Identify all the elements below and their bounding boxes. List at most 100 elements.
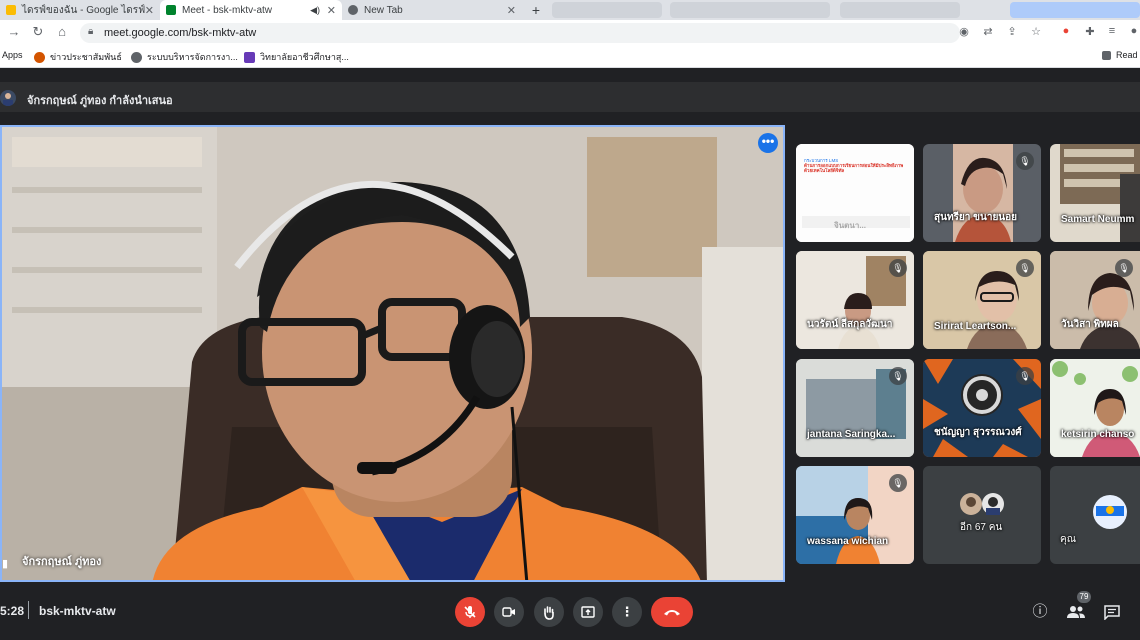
bookmark-apps-label: Apps (2, 50, 23, 60)
forward-icon[interactable]: → (5, 24, 23, 39)
participant-count-badge: 79 (1077, 591, 1091, 603)
leave-call-button[interactable] (651, 597, 693, 627)
hand-icon (544, 605, 554, 620)
more-participants-tile[interactable]: อีก 67 คน (923, 466, 1041, 564)
info-icon: ⓘ (1032, 603, 1048, 620)
presenting-text: จักรกฤษณ์ ภู่ทอง กำลังนำเสนอ (27, 95, 173, 107)
more-vert-icon: ⋮ (620, 604, 634, 619)
drive-icon (6, 5, 16, 15)
participant-name: ชนัญญา สุวรรณวงศ์ (934, 427, 1022, 438)
reload-icon[interactable]: ↻ (29, 24, 47, 40)
camera-blocked-icon[interactable]: ◉ (956, 25, 972, 38)
mic-off-icon (464, 606, 476, 618)
close-icon[interactable]: ✕ (507, 4, 516, 17)
tab-meet-title: Meet - bsk-mktv-atw (182, 4, 273, 16)
participant-name: จินตนา... (834, 221, 866, 230)
close-icon[interactable]: ✕ (327, 4, 336, 17)
raise-hand-button[interactable] (534, 597, 564, 627)
lock-icon[interactable]: 🔒︎ (88, 26, 93, 37)
participant-tile[interactable]: 🎙︎ ชนัญญา สุวรรณวงศ์ (923, 359, 1041, 457)
participant-tile[interactable]: 🎙︎ jantana Saringka... (796, 359, 914, 457)
self-view-tile[interactable]: คุณ (1050, 466, 1140, 564)
bookmark-admin[interactable]: ระบบบริหารจัดการงา... (131, 50, 238, 64)
profile-strip[interactable] (1010, 2, 1140, 18)
main-speaker-video[interactable]: ••• ▮ จักรกฤษณ์ ภู่ทอง (0, 125, 785, 582)
url-text[interactable]: meet.google.com/bsk-mktv-atw (104, 27, 256, 39)
participant-name: สุนทรียา ขนายนอย (934, 212, 1018, 223)
speaker-video-frame (2, 127, 783, 580)
present-icon (581, 606, 595, 618)
more-options-button[interactable]: ⋮ (612, 597, 642, 627)
tab-drive[interactable]: ไดรฟ์ของฉัน - Google ไดรฟ์ ✕ (0, 0, 160, 20)
more-options-icon[interactable]: ••• (758, 133, 778, 153)
participant-video (1050, 359, 1140, 457)
camera-toggle-button[interactable] (494, 597, 524, 627)
slide-line: ด้วยเทคโนโลยีดิจิทัล (804, 168, 845, 174)
browser-tab-strip: ไดรฟ์ของฉัน - Google ไดรฟ์ ✕ Meet - bsk-… (0, 0, 1140, 20)
background-tab[interactable] (840, 2, 960, 18)
bookmark-apps[interactable]: Apps (2, 50, 23, 60)
presenter-avatar (0, 90, 16, 106)
participant-tile[interactable]: 🎙︎ สุนทรียา ขนายนอย (923, 144, 1041, 242)
participant-tile[interactable]: 🎙︎ Sirirat Leartson... (923, 251, 1041, 349)
extension-icon[interactable]: ● (1058, 25, 1074, 37)
address-bar[interactable]: 🔒︎ meet.google.com/bsk-mktv-atw (80, 23, 960, 43)
new-tab-button[interactable]: + (527, 2, 545, 18)
people-button[interactable] (1064, 600, 1088, 624)
tab-newtab[interactable]: New Tab ✕ (342, 0, 522, 20)
participant-name: Samart Neumm (1061, 214, 1135, 225)
participant-video (1060, 144, 1140, 242)
bookmark-college-label: วิทยาลัยอาชีวศึกษาสุ... (260, 52, 349, 62)
video-camera-icon (502, 607, 515, 617)
participant-name: ketsirin chanso (1061, 429, 1135, 440)
profile-avatar-icon[interactable]: ● (1126, 25, 1140, 37)
tab-meet[interactable]: Meet - bsk-mktv-atw ◀) ✕ (160, 0, 342, 20)
meeting-details-button[interactable]: ⓘ (1028, 600, 1052, 624)
close-icon[interactable]: ✕ (145, 4, 154, 17)
bookmark-star-icon[interactable]: ☆ (1028, 25, 1044, 38)
reading-list-icon[interactable]: ≡ (1104, 25, 1120, 37)
mic-off-icon: 🎙︎ (889, 474, 907, 492)
main-speaker-name: จักรกฤษณ์ ภู่ทอง (22, 556, 102, 568)
divider (28, 601, 29, 619)
more-participants-avatars (960, 493, 1004, 515)
participant-name: jantana Saringka... (807, 429, 896, 440)
forms-icon (244, 51, 255, 63)
background-tab[interactable] (670, 2, 830, 18)
translate-icon[interactable]: ⇄ (980, 25, 996, 38)
mic-off-icon: 🎙︎ (889, 259, 907, 277)
tab-drive-title: ไดรฟ์ของฉัน - Google ไดรฟ์ (22, 4, 146, 16)
bookmark-admin-label: ระบบบริหารจัดการงา... (147, 52, 238, 62)
emblem-icon (34, 51, 45, 63)
participant-name: วันวิสา พิทผล (1061, 319, 1119, 330)
background-tab[interactable] (552, 2, 662, 18)
reading-list-label: Read (1116, 50, 1138, 60)
participant-name: Sirirat Leartson... (934, 321, 1017, 332)
participant-tile[interactable]: 🎙︎ วันวิสา พิทผล (1050, 251, 1140, 349)
meet-top-strip (0, 68, 1140, 82)
participant-tile[interactable]: Samart Neumm (1050, 144, 1140, 242)
pin-icon[interactable]: ▮ (2, 557, 8, 570)
participant-tile[interactable]: 🎙︎ wassana wichian (796, 466, 914, 564)
bookmark-college[interactable]: วิทยาลัยอาชีวศึกษาสุ... (244, 50, 349, 64)
tab-newtab-title: New Tab (364, 4, 403, 16)
participant-tile[interactable]: กระบวนการ LMS ด้านการออกแบบการเรียนการสอ… (796, 144, 914, 242)
mic-off-icon: 🎙︎ (889, 367, 907, 385)
participant-tile[interactable]: ketsirin chanso (1050, 359, 1140, 457)
hang-up-icon (664, 610, 680, 616)
microphone-toggle-button[interactable] (455, 597, 485, 627)
reading-list-button[interactable]: Read (1102, 50, 1138, 60)
participant-tile[interactable]: 🎙︎ นวรัตน์ ลีสกุลวัฒนา (796, 251, 914, 349)
share-icon[interactable]: ⇪ (1004, 25, 1020, 38)
bookmark-news[interactable]: ข่าวประชาสัมพันธ์ (34, 50, 122, 64)
puzzle-icon[interactable]: ✚ (1082, 25, 1098, 38)
home-icon[interactable]: ⌂ (53, 24, 71, 39)
chrome-icon (348, 5, 358, 15)
mic-off-icon: 🎙︎ (1016, 152, 1034, 170)
present-screen-button[interactable] (573, 597, 603, 627)
chat-button[interactable] (1100, 600, 1124, 624)
meeting-clock: 5:28 (0, 604, 25, 618)
bookmarks-bar: Apps ข่าวประชาสัมพันธ์ ระบบบริหารจัดการง… (0, 46, 1140, 68)
reading-list-icon (1102, 50, 1111, 60)
meet-icon (166, 5, 176, 15)
